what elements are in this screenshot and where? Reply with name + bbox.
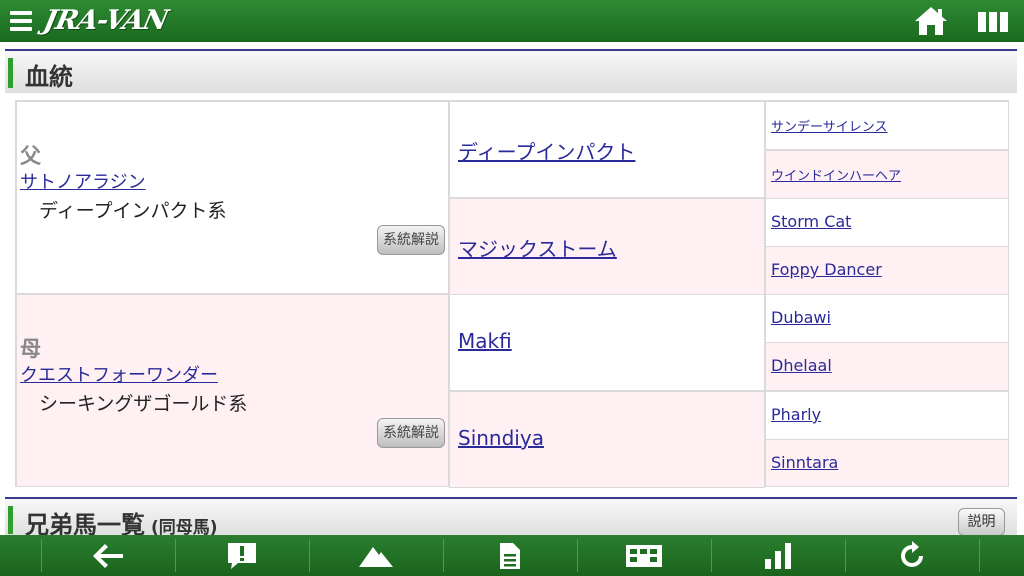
dam-cell: 母 クエストフォーワンダー シーキングザゴールド系 系統解説 (16, 294, 449, 487)
dsire-sire-name-link[interactable]: Dubawi (771, 308, 831, 327)
toolbar-separator (979, 539, 980, 572)
dsire-dam-cell: Dhelaal (765, 342, 1009, 391)
sdam-sire-name-link[interactable]: Storm Cat (771, 212, 851, 231)
sire-role-label: 父 (20, 144, 41, 168)
home-icon[interactable] (913, 5, 949, 37)
ssire-sire-name-link[interactable]: サンデーサイレンス (771, 116, 887, 135)
sire-sire-cell: ディープインパクト (449, 101, 765, 198)
sire-sire-name-link[interactable]: ディープインパクト (458, 136, 635, 165)
dsire-dam-name-link[interactable]: Dhelaal (771, 356, 832, 375)
mountain-icon[interactable] (309, 535, 443, 576)
alert-icon[interactable] (175, 535, 309, 576)
dam-lineage-explain-button[interactable]: 系統解説 (377, 418, 445, 448)
dam-sire-cell: Makfi (449, 294, 765, 391)
sire-lineage-label: ディープインパクト系 (39, 200, 227, 222)
dam-role-label: 母 (20, 337, 41, 361)
document-icon[interactable] (443, 535, 577, 576)
ssire-dam-cell: ウインドインハーヘア (765, 150, 1009, 199)
sire-dam-cell: マジックストーム (449, 198, 765, 295)
ddam-sire-cell: Pharly (765, 391, 1009, 440)
app-root: JRA-VAN 血統 父 サトノアラジン ディープインパクト系 系統解説 母 ク… (0, 0, 1024, 576)
sdam-dam-name-link[interactable]: Foppy Dancer (771, 260, 882, 279)
siblings-explain-button[interactable]: 説明 (958, 508, 1005, 536)
section-title: 血統 (25, 63, 73, 91)
ddam-dam-cell: Sinntara (765, 439, 1009, 487)
hamburger-menu-icon[interactable] (8, 9, 34, 33)
pedigree-section-header: 血統 (5, 49, 1017, 93)
ddam-dam-name-link[interactable]: Sinntara (771, 453, 838, 472)
dam-sire-name-link[interactable]: Makfi (458, 329, 512, 353)
dam-dam-cell: Sinndiya (449, 391, 765, 488)
jra-van-logo[interactable]: JRA-VAN (40, 4, 170, 38)
sire-dam-name-link[interactable]: マジックストーム (458, 233, 617, 262)
refresh-icon[interactable] (845, 535, 979, 576)
ssire-sire-cell: サンデーサイレンス (765, 101, 1009, 150)
sdam-sire-cell: Storm Cat (765, 198, 1009, 247)
sdam-dam-cell: Foppy Dancer (765, 246, 1009, 295)
sire-name-link[interactable]: サトノアラジン (20, 168, 146, 194)
ssire-dam-name-link[interactable]: ウインドインハーヘア (771, 165, 901, 184)
dam-name-link[interactable]: クエストフォーワンダー (20, 361, 218, 387)
ddam-sire-name-link[interactable]: Pharly (771, 405, 821, 424)
sire-lineage-explain-button[interactable]: 系統解説 (377, 225, 445, 255)
section-accent-bar (8, 506, 13, 534)
sire-cell: 父 サトノアラジン ディープインパクト系 系統解説 (16, 101, 449, 294)
pedigree-table: 父 サトノアラジン ディープインパクト系 系統解説 母 クエストフォーワンダー … (15, 100, 1009, 488)
siblings-section-header: 兄弟馬一覧 (同母馬) 説明 (5, 497, 1017, 539)
top-bar: JRA-VAN (0, 0, 1024, 42)
bottom-toolbar (0, 535, 1024, 576)
bar-chart-icon[interactable] (711, 535, 845, 576)
schedule-icon[interactable] (577, 535, 711, 576)
section-accent-bar (8, 58, 13, 88)
columns-icon[interactable] (976, 9, 1010, 35)
dam-dam-name-link[interactable]: Sinndiya (458, 426, 544, 450)
back-arrow-icon[interactable] (41, 535, 175, 576)
dsire-sire-cell: Dubawi (765, 294, 1009, 343)
dam-lineage-label: シーキングザゴールド系 (39, 393, 248, 415)
